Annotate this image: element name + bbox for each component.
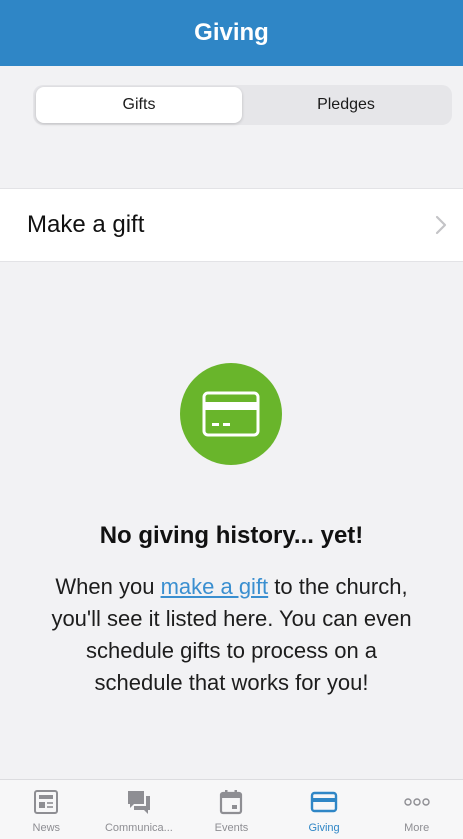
tab-label: Events bbox=[214, 822, 249, 834]
tab-label: Communica... bbox=[104, 822, 173, 834]
segment-area: Gifts Pledges bbox=[0, 66, 463, 188]
tab-label: Giving bbox=[308, 822, 340, 834]
tab-news[interactable]: News bbox=[0, 780, 93, 839]
tab-giving[interactable]: Giving bbox=[278, 780, 371, 839]
make-a-gift-row[interactable]: Make a gift bbox=[0, 188, 463, 262]
header-bar: Giving bbox=[0, 0, 463, 66]
tab-communication[interactable]: Communica... bbox=[93, 780, 186, 839]
news-icon bbox=[34, 790, 59, 814]
page-title: Giving bbox=[194, 19, 269, 46]
credit-card-icon bbox=[180, 363, 282, 465]
empty-state-title: No giving history... yet! bbox=[99, 522, 364, 549]
empty-state-text-before: When you bbox=[55, 574, 161, 599]
segment-pledges[interactable]: Pledges bbox=[242, 87, 450, 123]
gifts-pledges-segmented-control: Gifts Pledges bbox=[33, 85, 452, 125]
empty-state-message: When you make a gift to the church, you'… bbox=[40, 571, 423, 699]
chat-icon bbox=[127, 791, 150, 814]
tab-label: News bbox=[32, 822, 61, 834]
tab-events[interactable]: Events bbox=[185, 780, 278, 839]
segment-gifts[interactable]: Gifts bbox=[36, 87, 242, 123]
calendar-icon bbox=[220, 790, 243, 815]
make-a-gift-label: Make a gift bbox=[27, 211, 145, 238]
tab-more[interactable]: More bbox=[370, 780, 463, 839]
tab-bar: News Communica... Events Giving More bbox=[0, 779, 463, 839]
chevron-right-icon bbox=[435, 215, 447, 235]
make-a-gift-link[interactable]: make a gift bbox=[161, 574, 269, 599]
tab-label: More bbox=[404, 822, 430, 834]
card-icon bbox=[310, 791, 338, 813]
more-dots-icon bbox=[403, 798, 430, 806]
